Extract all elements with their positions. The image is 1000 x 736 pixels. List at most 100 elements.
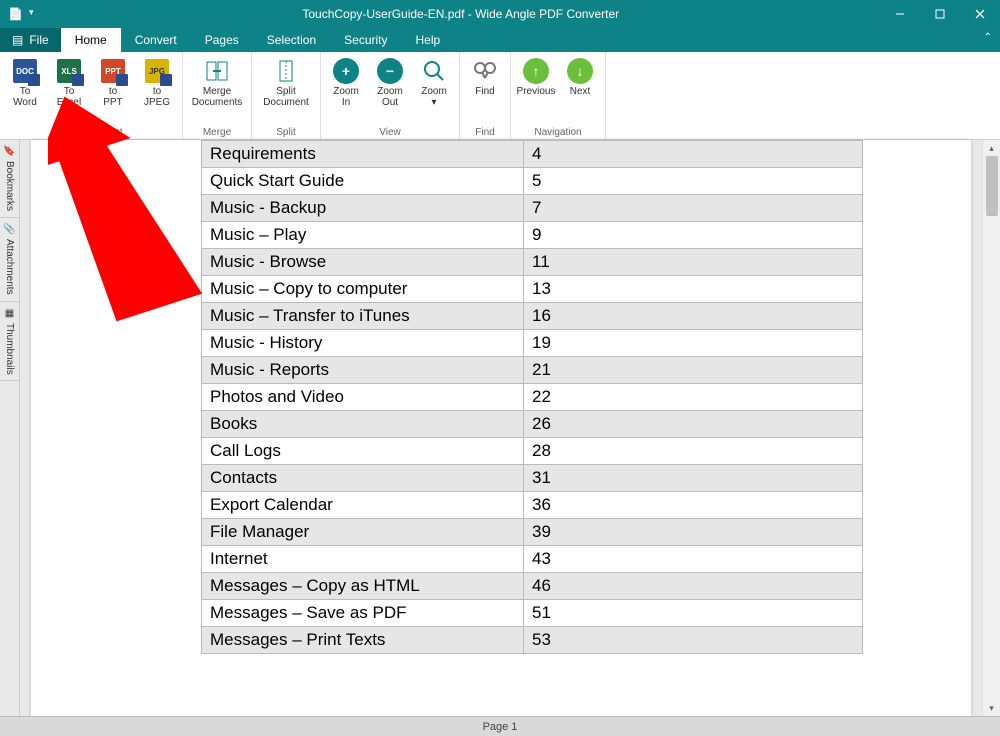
sidebar-tab-attachments[interactable]: 📎Attachments [0, 218, 19, 302]
bookmarks-icon: 🔖 [3, 146, 15, 157]
previous-button[interactable]: ↑Previous [515, 54, 557, 126]
page-view[interactable]: Requirements4Quick Start Guide5Music - B… [31, 140, 971, 716]
toc-topic: Music - Reports [202, 357, 524, 384]
maximize-button[interactable] [920, 0, 960, 28]
attachments-icon: 📎 [3, 224, 15, 235]
scroll-down-icon[interactable]: ▾ [983, 700, 1000, 716]
ribbon-group-label: Quick Convert [4, 126, 178, 139]
jpg-icon: JPG [145, 59, 169, 83]
tab-convert[interactable]: Convert [121, 28, 191, 52]
split-icon [273, 58, 299, 84]
document-area: Requirements4Quick Start Guide5Music - B… [20, 140, 1000, 716]
sidebar-tab-thumbnails[interactable]: ▦Thumbnails [0, 302, 19, 382]
xlsx-icon: XLS [57, 59, 81, 83]
ribbon-group-merge: Merge DocumentsMerge [183, 52, 252, 139]
table-row: Books26 [202, 411, 863, 438]
toc-table: Requirements4Quick Start Guide5Music - B… [201, 140, 863, 654]
scroll-thumb[interactable] [986, 156, 998, 216]
status-page-label: Page 1 [483, 721, 518, 733]
to-word-label: To Word [13, 86, 37, 108]
status-bar: Page 1 [0, 716, 1000, 736]
table-row: Call Logs28 [202, 438, 863, 465]
minimize-button[interactable] [880, 0, 920, 28]
table-row: Photos and Video22 [202, 384, 863, 411]
to-excel-label: To Excel [57, 86, 81, 108]
file-menu[interactable]: ▤ File [0, 28, 61, 52]
ribbon-group-label: Find [464, 126, 506, 139]
ribbon-group-find: Find Find [460, 52, 511, 139]
toc-topic: File Manager [202, 519, 524, 546]
thumbnails-icon: ▦ [5, 308, 14, 319]
to-excel-button[interactable]: XLS To Excel [48, 54, 90, 126]
find-label: Find [475, 86, 494, 97]
to-jpeg-button[interactable]: JPG to JPEG [136, 54, 178, 126]
find-icon [472, 58, 498, 84]
sidebar-tab-bookmarks[interactable]: 🔖Bookmarks [0, 140, 19, 218]
ribbon-group-split: Split DocumentSplit [252, 52, 321, 139]
merge-documents-button[interactable]: Merge Documents [187, 54, 247, 126]
close-button[interactable] [960, 0, 1000, 28]
next-button[interactable]: ↓Next [559, 54, 601, 126]
app-icon: 📄 [8, 7, 23, 21]
zoom-button[interactable]: Zoom ▾ [413, 54, 455, 126]
zoom-in-label: Zoom In [333, 86, 359, 108]
toc-topic: Messages – Copy as HTML [202, 573, 524, 600]
table-row: Music - Backup7 [202, 195, 863, 222]
toc-topic: Quick Start Guide [202, 168, 524, 195]
tab-selection[interactable]: Selection [253, 28, 330, 52]
toc-topic: Contacts [202, 465, 524, 492]
ribbon-group-quick-convert: DOCTo Word XLS To Excel PPTto PPT JPG to JPEG… [0, 52, 183, 139]
toc-page: 51 [524, 600, 863, 627]
tab-pages[interactable]: Pages [191, 28, 253, 52]
zoom-out-icon: − [377, 58, 403, 84]
find-button[interactable]: Find [464, 54, 506, 126]
toc-page: 4 [524, 141, 863, 168]
to-word-button[interactable]: DOCTo Word [4, 54, 46, 126]
toc-page: 36 [524, 492, 863, 519]
toc-topic: Photos and Video [202, 384, 524, 411]
ribbon-group-view: +Zoom In−Zoom OutZoom ▾View [321, 52, 460, 139]
file-menu-icon: ▤ [12, 33, 23, 47]
vertical-scrollbar[interactable]: ▴ ▾ [982, 140, 1000, 716]
split-document-label: Split Document [263, 86, 309, 108]
tab-home[interactable]: Home [61, 28, 121, 52]
table-row: Music – Play9 [202, 222, 863, 249]
table-row: Internet43 [202, 546, 863, 573]
toc-page: 13 [524, 276, 863, 303]
table-row: Music - History19 [202, 330, 863, 357]
table-row: Music - Browse11 [202, 249, 863, 276]
toc-topic: Music – Transfer to iTunes [202, 303, 524, 330]
toc-topic: Music - Backup [202, 195, 524, 222]
ribbon-group-label: View [325, 126, 455, 139]
toc-page: 19 [524, 330, 863, 357]
tab-security[interactable]: Security [330, 28, 401, 52]
toc-page: 46 [524, 573, 863, 600]
toc-page: 43 [524, 546, 863, 573]
zoom-icon [421, 58, 447, 84]
to-ppt-button[interactable]: PPTto PPT [92, 54, 134, 126]
toc-topic: Music – Play [202, 222, 524, 249]
table-row: Music – Copy to computer13 [202, 276, 863, 303]
toc-topic: Requirements [202, 141, 524, 168]
zoom-out-button[interactable]: −Zoom Out [369, 54, 411, 126]
toc-topic: Messages – Save as PDF [202, 600, 524, 627]
split-document-button[interactable]: Split Document [256, 54, 316, 126]
table-row: Export Calendar36 [202, 492, 863, 519]
to-jpeg-label: to JPEG [144, 86, 170, 108]
table-row: Music – Transfer to iTunes16 [202, 303, 863, 330]
toc-page: 9 [524, 222, 863, 249]
toc-topic: Call Logs [202, 438, 524, 465]
toc-page: 22 [524, 384, 863, 411]
qat-dropdown-icon[interactable]: ▾ [29, 7, 34, 21]
ribbon-group-navigation: ↑Previous↓NextNavigation [511, 52, 606, 139]
collapse-ribbon-icon[interactable]: ⌃ [984, 32, 992, 43]
table-row: Contacts31 [202, 465, 863, 492]
previous-label: Previous [517, 86, 556, 97]
toc-page: 11 [524, 249, 863, 276]
menu-bar: ▤ File HomeConvertPagesSelectionSecurity… [0, 28, 1000, 52]
pptx-icon: PPT [101, 59, 125, 83]
scroll-up-icon[interactable]: ▴ [983, 140, 1000, 156]
zoom-in-button[interactable]: +Zoom In [325, 54, 367, 126]
file-menu-label: File [29, 33, 48, 47]
tab-help[interactable]: Help [402, 28, 455, 52]
